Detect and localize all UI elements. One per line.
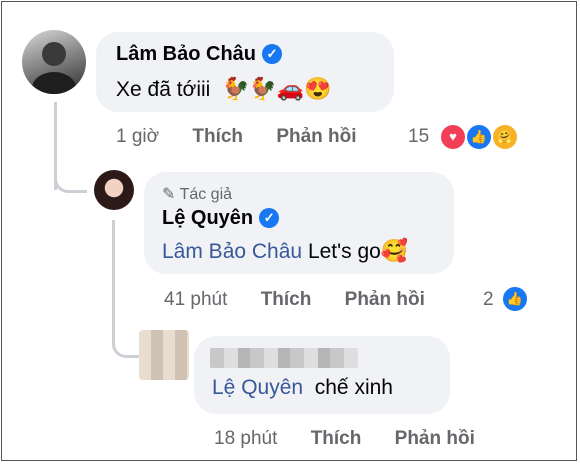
like-button[interactable]: Thích: [261, 289, 312, 310]
avatar-lam-bao-chau[interactable]: [22, 30, 86, 94]
comment-body: Xe đã tớiii: [116, 78, 211, 101]
reply2-meta: 18 phút Thích Phản hồi: [214, 428, 475, 450]
verified-icon: ✓: [262, 44, 283, 64]
like-button[interactable]: Thích: [192, 126, 243, 147]
avatar-blurred[interactable]: [139, 330, 189, 380]
comment-text: Xe đã tớiii 🐓🐓🚗😍: [116, 76, 332, 102]
timestamp[interactable]: 41 phút: [164, 289, 227, 310]
reaction-count[interactable]: 2: [483, 289, 494, 311]
pencil-icon: ✎: [162, 186, 176, 203]
timestamp[interactable]: 18 phút: [214, 428, 277, 449]
reply-button[interactable]: Phản hồi: [276, 126, 356, 147]
like-button[interactable]: Thích: [311, 428, 362, 449]
comment-meta: 1 giờ Thích Phản hồi: [116, 126, 357, 148]
avatar-le-quyen[interactable]: [94, 170, 134, 210]
emoji: 🥰: [380, 238, 409, 263]
mention-link[interactable]: Lệ Quyên: [212, 376, 303, 399]
author-name[interactable]: Lâm Bảo Châu: [116, 43, 256, 65]
reply-meta: 41 phút Thích Phản hồi: [164, 289, 425, 311]
mention-link[interactable]: Lâm Bảo Châu: [162, 240, 302, 263]
author-name[interactable]: Lệ Quyên: [162, 207, 253, 229]
love-reaction-icon[interactable]: ♥: [439, 123, 467, 151]
verified-icon: ✓: [259, 208, 280, 228]
reply-bubble: ✎ Tác giả Lệ Quyên ✓ Lâm Bảo Châu Let's g…: [144, 172, 454, 274]
thread-connector: [54, 172, 87, 193]
emoji-group: 🐓🐓🚗😍: [222, 76, 332, 101]
author-badge: ✎ Tác giả: [162, 184, 232, 204]
comment-author[interactable]: Lâm Bảo Châu ✓: [116, 43, 283, 66]
reply-author[interactable]: Lệ Quyên ✓: [162, 207, 280, 230]
reaction-count[interactable]: 15: [408, 126, 429, 148]
care-reaction-icon[interactable]: 🤗: [491, 123, 519, 151]
reply-body: chế xinh: [314, 376, 393, 399]
comment-bubble: Lâm Bảo Châu ✓ Xe đã tớiii 🐓🐓🚗😍: [96, 32, 394, 112]
reply-text-2: Lệ Quyên chế xinh: [212, 376, 393, 400]
reply-text: Lâm Bảo Châu Let's go🥰: [162, 238, 408, 264]
reply-body: Let's go: [307, 240, 381, 263]
like-reaction-icon[interactable]: 👍: [501, 285, 529, 313]
timestamp[interactable]: 1 giờ: [116, 126, 159, 147]
thread-connector-2: [112, 220, 139, 358]
author-badge-label: Tác giả: [179, 186, 233, 203]
reply-button[interactable]: Phản hồi: [345, 289, 425, 310]
blurred-name: [210, 348, 358, 368]
comment-thread: Lâm Bảo Châu ✓ Xe đã tớiii 🐓🐓🚗😍 1 giờ Thí…: [1, 1, 577, 461]
reply-bubble-2: Lệ Quyên chế xinh: [194, 336, 450, 414]
avatar-image: [32, 42, 76, 94]
like-reaction-icon[interactable]: 👍: [465, 123, 493, 151]
reply-button[interactable]: Phản hồi: [395, 428, 475, 449]
